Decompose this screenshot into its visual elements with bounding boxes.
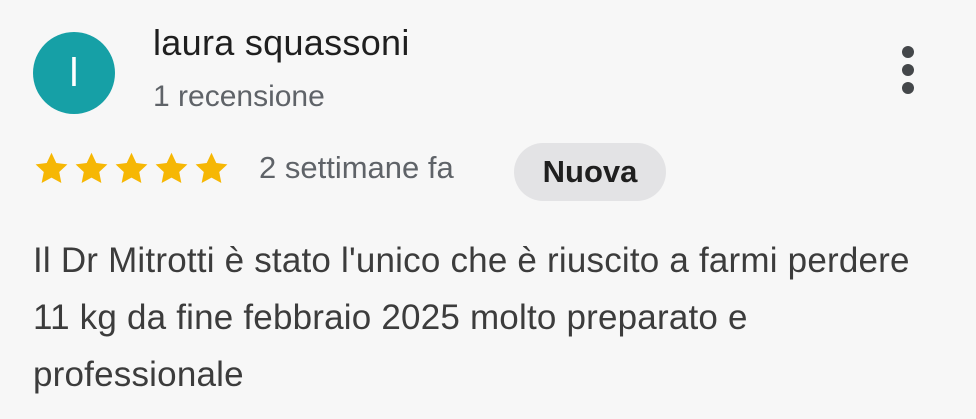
new-badge-label: Nuova [542, 154, 638, 189]
new-badge: Nuova [514, 143, 666, 201]
reviewer-name[interactable]: laura squassoni [153, 22, 410, 64]
menu-dot [902, 64, 914, 76]
star-icon [35, 152, 68, 183]
star-icon [75, 152, 108, 183]
review-text: Il Dr Mitrotti è stato l'unico che è riu… [33, 241, 910, 394]
review-card: l laura squassoni 1 recensione 2 settima… [0, 0, 976, 419]
more-vert-icon[interactable] [886, 40, 930, 100]
star-rating [33, 150, 230, 190]
star-icon [155, 152, 188, 183]
menu-dot [902, 46, 914, 58]
menu-dot [902, 82, 914, 94]
star-icon [195, 152, 228, 183]
star-icon [115, 152, 148, 183]
review-time: 2 settimane fa [259, 150, 454, 185]
avatar-initial: l [69, 50, 79, 95]
avatar[interactable]: l [33, 32, 115, 114]
review-count: 1 recensione [153, 80, 325, 113]
